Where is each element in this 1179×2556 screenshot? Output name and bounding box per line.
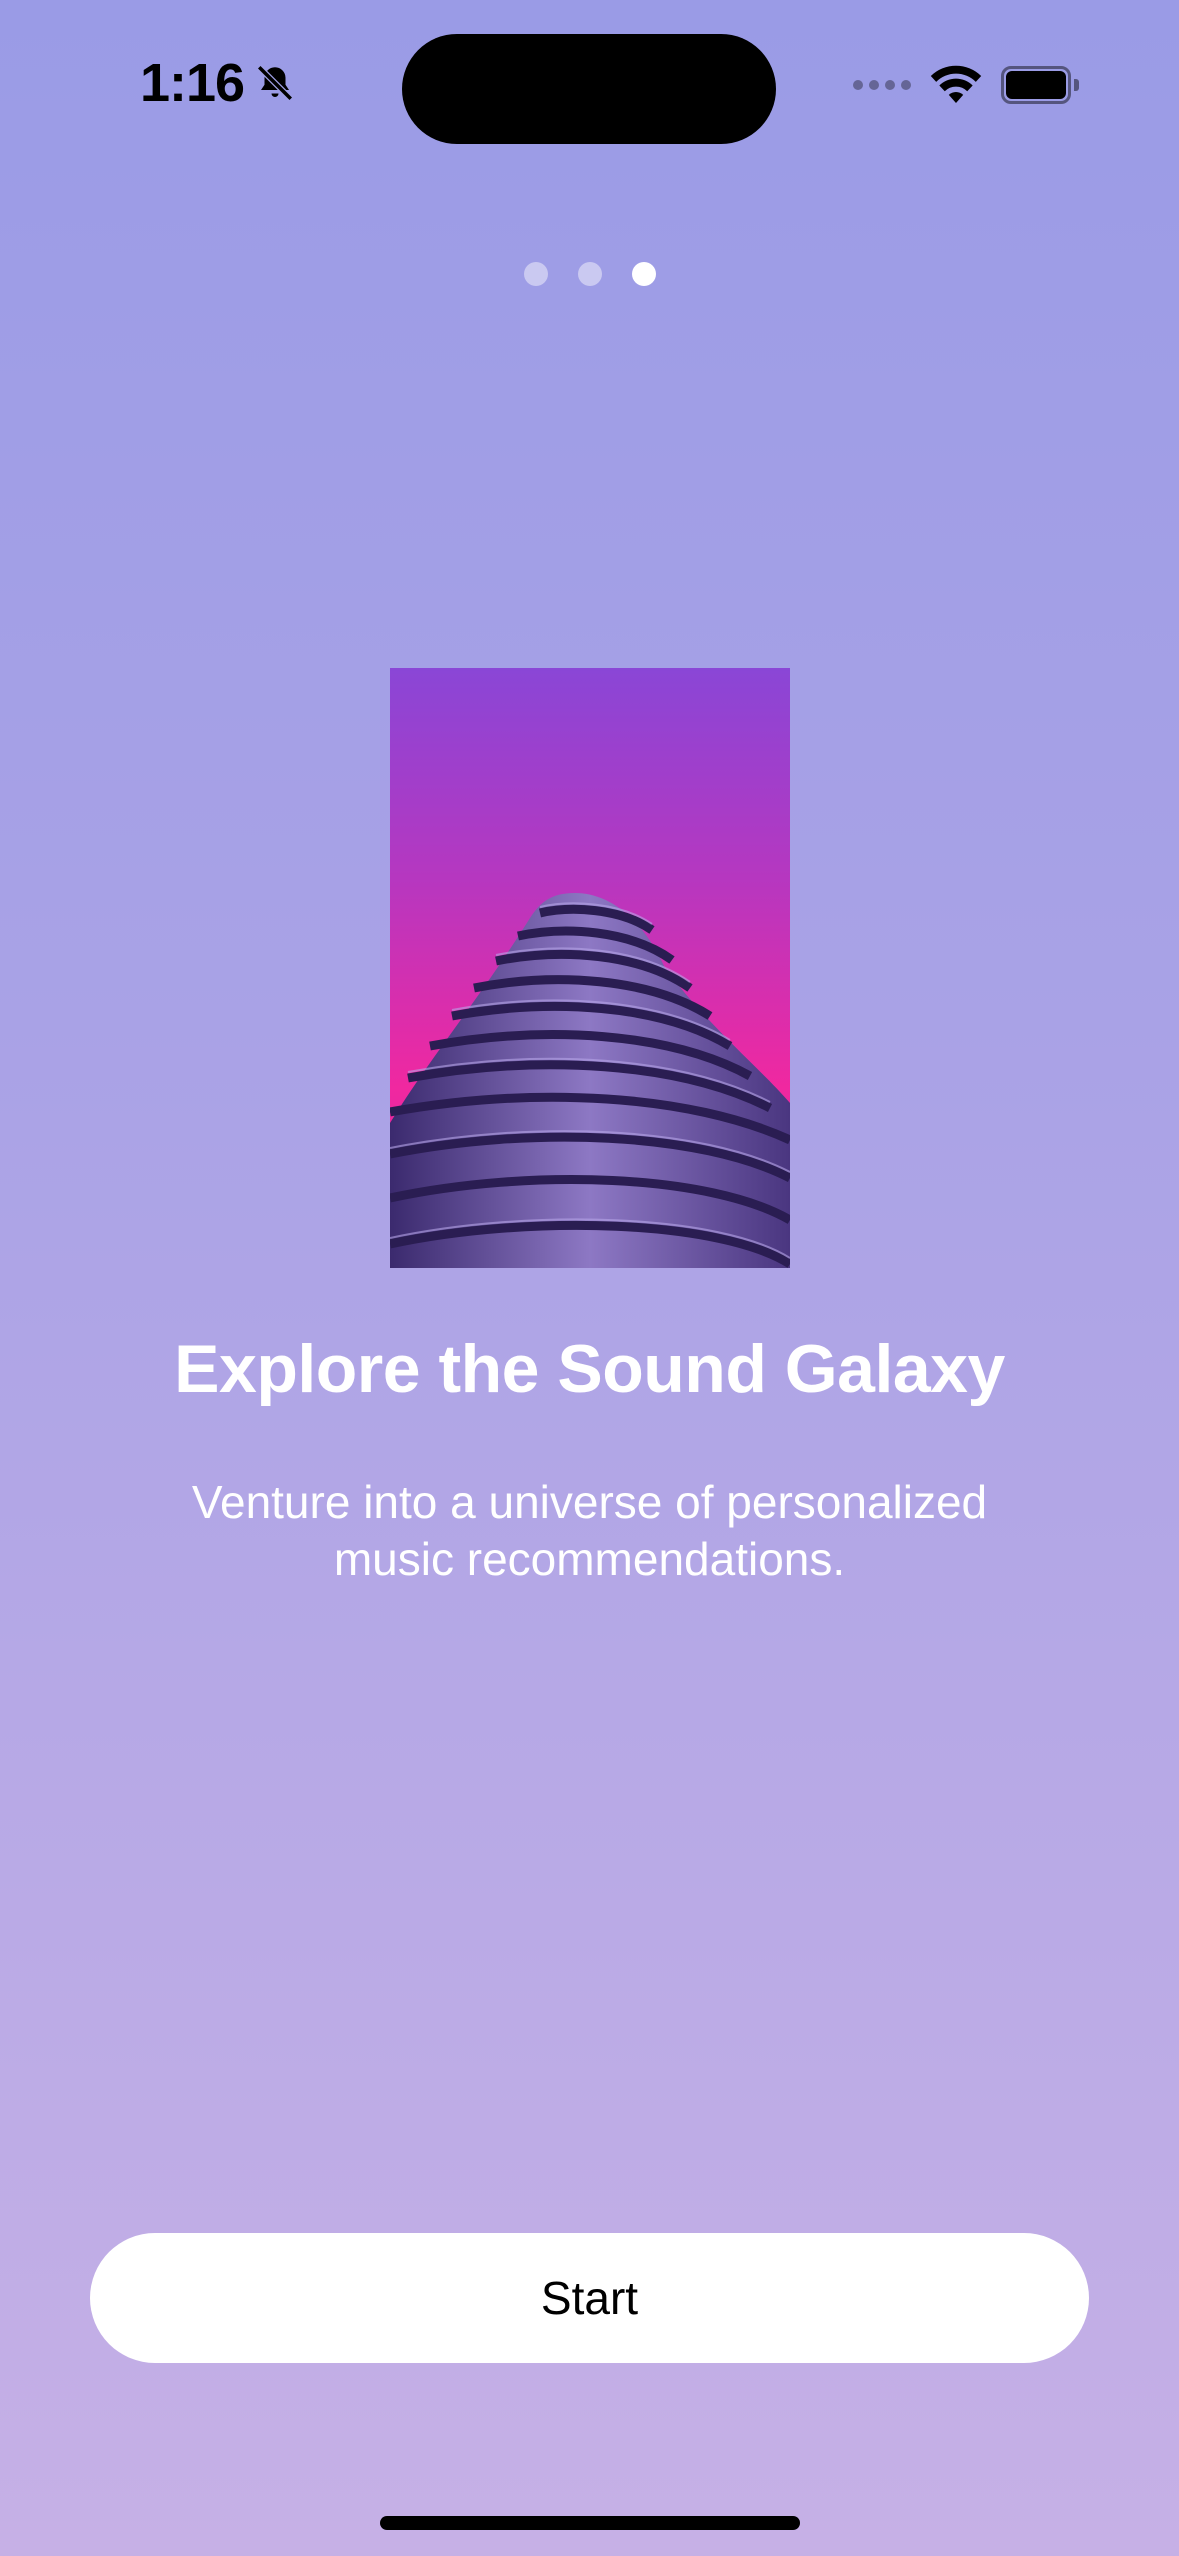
status-bar-time: 1:16 <box>140 52 296 114</box>
hero-building-image <box>390 668 790 1268</box>
dynamic-island <box>402 34 776 144</box>
page-dot-2[interactable] <box>577 262 602 286</box>
wifi-icon <box>930 65 982 103</box>
start-button[interactable]: Start <box>90 2233 1089 2363</box>
page-dot-1[interactable] <box>523 262 548 286</box>
time-text: 1:16 <box>140 53 245 113</box>
home-indicator[interactable] <box>380 2516 800 2530</box>
page-dot-3-active[interactable] <box>631 262 656 286</box>
bell-slash-icon <box>257 65 294 101</box>
cellular-dots-icon <box>853 80 911 90</box>
status-icons <box>853 64 1079 106</box>
building-illustration <box>390 893 790 1268</box>
onboarding-title: Explore the Sound Galaxy <box>174 1331 1005 1407</box>
onboarding-subtitle: Venture into a universe of personalized … <box>191 1476 988 1585</box>
battery-icon <box>1001 66 1079 104</box>
page-indicator[interactable] <box>0 262 1179 286</box>
